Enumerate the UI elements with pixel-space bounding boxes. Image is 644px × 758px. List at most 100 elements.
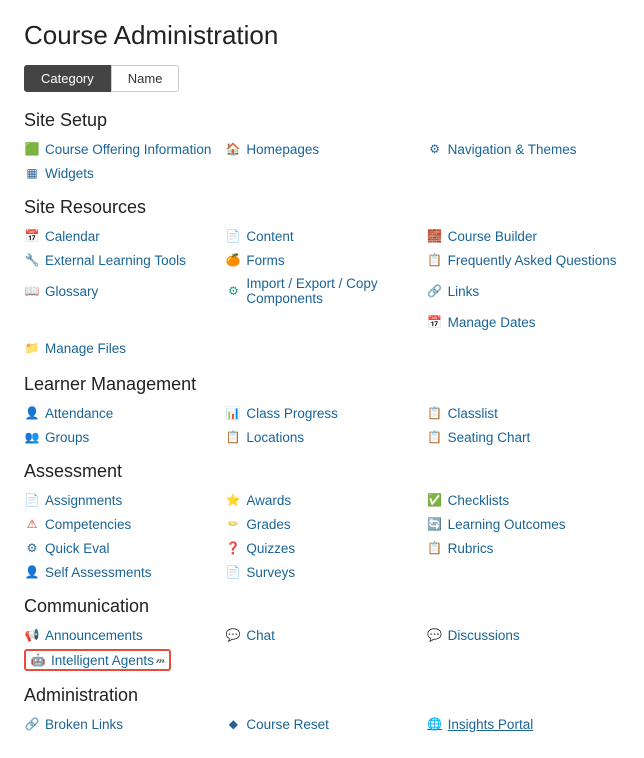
navigation-themes-icon: ⚙ — [427, 141, 443, 157]
page-title: Course Administration — [24, 20, 620, 51]
rubrics-icon: 📋 — [427, 540, 443, 556]
discussions-icon: 💬 — [427, 627, 443, 643]
link-checklists[interactable]: ✅ Checklists — [427, 490, 620, 510]
intelligent-agents-highlight: 🤖 Intelligent Agents 𝓂 — [24, 649, 171, 671]
link-glossary[interactable]: 📖 Glossary — [24, 274, 217, 308]
attendance-label: Attendance — [45, 406, 113, 421]
course-reset-icon: ◆ — [225, 716, 241, 732]
link-grades[interactable]: ✏ Grades — [225, 514, 418, 534]
site-resources-grid: 📅 Calendar 📄 Content 🧱 Course Builder 🔧 … — [24, 226, 620, 332]
link-course-offering-information[interactable]: 🟩 Course Offering Information — [24, 139, 217, 159]
link-surveys[interactable]: 📄 Surveys — [225, 562, 418, 582]
link-classlist[interactable]: 📋 Classlist — [427, 403, 620, 423]
course-builder-icon: 🧱 — [427, 228, 443, 244]
link-learning-outcomes[interactable]: 🔄 Learning Outcomes — [427, 514, 620, 534]
link-discussions[interactable]: 💬 Discussions — [427, 625, 620, 645]
manage-dates-icon: 📅 — [427, 314, 443, 330]
link-awards[interactable]: ⭐ Awards — [225, 490, 418, 510]
quick-eval-icon: ⚙ — [24, 540, 40, 556]
widgets-label: Widgets — [45, 166, 94, 181]
link-intelligent-agents[interactable]: 🤖 Intelligent Agents — [30, 652, 154, 668]
link-homepages[interactable]: 🏠 Homepages — [225, 139, 418, 159]
manage-files-row: 📁 Manage Files — [24, 336, 620, 360]
quizzes-icon: ❓ — [225, 540, 241, 556]
navigation-themes-label: Navigation & Themes — [448, 142, 577, 157]
discussions-label: Discussions — [448, 628, 520, 643]
intelligent-agents-label: Intelligent Agents — [51, 653, 154, 668]
link-links[interactable]: 🔗 Links — [427, 274, 620, 308]
chat-icon: 💬 — [225, 627, 241, 643]
link-quizzes[interactable]: ❓ Quizzes — [225, 538, 418, 558]
tab-category[interactable]: Category — [24, 65, 111, 92]
section-administration: Administration 🔗 Broken Links ◆ Course R… — [24, 685, 620, 734]
administration-grid: 🔗 Broken Links ◆ Course Reset 🌐 Insights… — [24, 714, 620, 734]
broken-links-label: Broken Links — [45, 717, 123, 732]
link-manage-files[interactable]: 📁 Manage Files — [24, 338, 126, 358]
link-self-assessments[interactable]: 👤 Self Assessments — [24, 562, 217, 582]
import-export-icon: ⚙ — [225, 283, 241, 299]
links-label: Links — [448, 284, 480, 299]
link-class-progress[interactable]: 📊 Class Progress — [225, 403, 418, 423]
surveys-icon: 📄 — [225, 564, 241, 580]
checklists-icon: ✅ — [427, 492, 443, 508]
section-learner-management: Learner Management 👤 Attendance 📊 Class … — [24, 374, 620, 447]
chat-label: Chat — [246, 628, 275, 643]
link-calendar[interactable]: 📅 Calendar — [24, 226, 217, 246]
insights-portal-label: Insights Portal — [448, 717, 534, 732]
links-icon: 🔗 — [427, 283, 443, 299]
link-faq[interactable]: 📋 Frequently Asked Questions — [427, 250, 620, 270]
link-navigation-themes[interactable]: ⚙ Navigation & Themes — [427, 139, 620, 159]
link-chat[interactable]: 💬 Chat — [225, 625, 418, 645]
link-forms[interactable]: 🍊 Forms — [225, 250, 418, 270]
link-insights-portal[interactable]: 🌐 Insights Portal — [427, 714, 620, 734]
announcements-label: Announcements — [45, 628, 143, 643]
course-offering-icon: 🟩 — [24, 141, 40, 157]
link-manage-dates[interactable]: 📅 Manage Dates — [427, 312, 620, 332]
seating-chart-icon: 📋 — [427, 429, 443, 445]
link-assignments[interactable]: 📄 Assignments — [24, 490, 217, 510]
link-quick-eval[interactable]: ⚙ Quick Eval — [24, 538, 217, 558]
cursor-hover: 𝓂 — [156, 654, 165, 667]
seating-chart-label: Seating Chart — [448, 430, 531, 445]
faq-icon: 📋 — [427, 252, 443, 268]
homepages-label: Homepages — [246, 142, 319, 157]
competencies-label: Competencies — [45, 517, 131, 532]
glossary-icon: 📖 — [24, 283, 40, 299]
section-title-assessment: Assessment — [24, 461, 620, 482]
learning-outcomes-icon: 🔄 — [427, 516, 443, 532]
calendar-label: Calendar — [45, 229, 100, 244]
link-competencies[interactable]: ⚠ Competencies — [24, 514, 217, 534]
tab-name[interactable]: Name — [111, 65, 180, 92]
section-communication: Communication 📢 Announcements 💬 Chat 💬 D… — [24, 596, 620, 671]
learning-outcomes-label: Learning Outcomes — [448, 517, 566, 532]
link-locations[interactable]: 📋 Locations — [225, 427, 418, 447]
attendance-icon: 👤 — [24, 405, 40, 421]
section-title-administration: Administration — [24, 685, 620, 706]
external-learning-label: External Learning Tools — [45, 253, 186, 268]
locations-icon: 📋 — [225, 429, 241, 445]
link-broken-links[interactable]: 🔗 Broken Links — [24, 714, 217, 734]
manage-files-label: Manage Files — [45, 341, 126, 356]
link-groups[interactable]: 👥 Groups — [24, 427, 217, 447]
import-export-label: Import / Export / Copy Components — [246, 276, 418, 306]
link-widgets[interactable]: ▦ Widgets — [24, 163, 217, 183]
site-setup-grid: 🟩 Course Offering Information 🏠 Homepage… — [24, 139, 620, 183]
learner-management-grid: 👤 Attendance 📊 Class Progress 📋 Classlis… — [24, 403, 620, 447]
link-rubrics[interactable]: 📋 Rubrics — [427, 538, 620, 558]
forms-label: Forms — [246, 253, 284, 268]
assignments-icon: 📄 — [24, 492, 40, 508]
section-title-site-resources: Site Resources — [24, 197, 620, 218]
content-label: Content — [246, 229, 293, 244]
link-attendance[interactable]: 👤 Attendance — [24, 403, 217, 423]
link-seating-chart[interactable]: 📋 Seating Chart — [427, 427, 620, 447]
link-external-learning-tools[interactable]: 🔧 External Learning Tools — [24, 250, 217, 270]
section-title-site-setup: Site Setup — [24, 110, 620, 131]
groups-icon: 👥 — [24, 429, 40, 445]
broken-links-icon: 🔗 — [24, 716, 40, 732]
link-course-builder[interactable]: 🧱 Course Builder — [427, 226, 620, 246]
link-announcements[interactable]: 📢 Announcements — [24, 625, 217, 645]
link-content[interactable]: 📄 Content — [225, 226, 418, 246]
link-course-reset[interactable]: ◆ Course Reset — [225, 714, 418, 734]
link-import-export[interactable]: ⚙ Import / Export / Copy Components — [225, 274, 418, 308]
tab-bar: Category Name — [24, 65, 620, 92]
